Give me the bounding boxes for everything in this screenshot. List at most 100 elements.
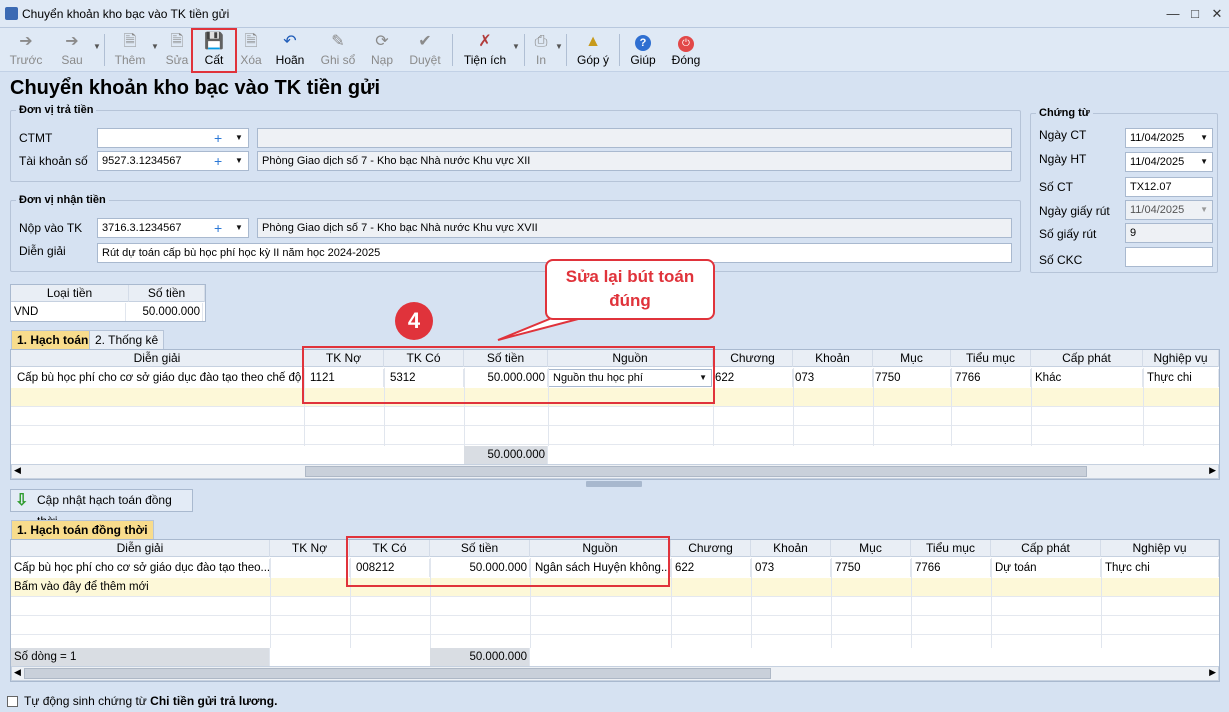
date-dropdown-icon[interactable]: ▼ <box>1200 153 1208 171</box>
date-ht-label: Ngày HT <box>1039 152 1087 166</box>
scroll-thumb[interactable] <box>305 466 1087 477</box>
cell-item[interactable]: 7750 <box>875 369 951 387</box>
currency-table: Loại tiền Số tiền VND 50.000.000 <box>10 284 206 322</box>
currency-amount-cell[interactable]: 50.000.000 <box>129 303 203 321</box>
date-ht-picker[interactable]: 11/04/2025 ▼ <box>1125 152 1213 172</box>
receiver-group-title: Đơn vị nhận tiền <box>16 194 109 206</box>
ctmt-label: CTMT <box>19 131 53 145</box>
ckc-input[interactable] <box>1125 247 1213 267</box>
add-new-hint[interactable]: Bấm vào đây để thêm mới <box>14 578 270 596</box>
scroll-right-icon[interactable]: ▶ <box>1209 667 1216 678</box>
undo-button[interactable]: ↶ Hoãn <box>272 30 308 70</box>
deposit-dropdown-icon[interactable]: ▼ <box>235 219 243 237</box>
scroll-left-icon[interactable]: ◀ <box>14 465 21 476</box>
ckc-label: Số CKC <box>1039 253 1083 267</box>
ctmt-add-icon[interactable]: + <box>214 129 222 147</box>
deposit-add-icon[interactable]: + <box>214 219 222 237</box>
feedback-icon: ▲ <box>585 33 601 50</box>
delete-document-icon: 🗎 <box>244 33 258 50</box>
close-button[interactable]: ⏻ Đóng <box>668 30 704 70</box>
deposit-account-input[interactable]: 3716.3.1234567 <box>97 218 249 238</box>
approve-button[interactable]: ✔ Duyệt <box>406 30 444 70</box>
row-count: Số dòng = 1 <box>11 648 270 666</box>
col-allocation: Cấp phát <box>1031 350 1143 367</box>
account-input[interactable]: 9527.3.1234567 <box>97 151 249 171</box>
col-description: Diễn giải <box>11 350 304 367</box>
memo-label: Diễn giải <box>19 244 66 258</box>
help-icon: ? <box>633 32 653 52</box>
tools-icon: ✗ <box>478 33 492 50</box>
feedback-button[interactable]: ▲ Góp ý <box>574 30 612 70</box>
cell-chapter[interactable]: 622 <box>715 369 793 387</box>
account-label: Tài khoản số <box>19 154 88 168</box>
col-subitem: Tiểu mục <box>911 540 991 557</box>
col-item: Mục <box>873 350 951 367</box>
cell-subitem[interactable]: 7766 <box>915 559 991 577</box>
undo-icon: ↶ <box>283 33 297 50</box>
account-dropdown-icon[interactable]: ▼ <box>235 152 243 170</box>
date-ct-picker[interactable]: 11/04/2025 ▼ <box>1125 128 1213 148</box>
tab-accounting[interactable]: 1. Hạch toán <box>11 330 95 349</box>
grid1-hscrollbar[interactable]: ◀ ▶ <box>11 464 1219 479</box>
col-subitem: Tiểu mục <box>951 350 1031 367</box>
withdraw-date-picker: 11/04/2025 ▼ <box>1125 200 1213 220</box>
title-bar: Chuyển khoản kho bạc vào TK tiền gửi — □… <box>0 0 1229 28</box>
deposit-description: Phòng Giao dịch số 7 - Kho bạc Nhà nước … <box>257 218 1012 238</box>
callout-note: Sửa lại bút toán đúng <box>545 259 715 320</box>
cell-chapter[interactable]: 622 <box>675 559 751 577</box>
splitter-handle[interactable] <box>586 481 642 487</box>
scroll-thumb[interactable] <box>24 668 771 679</box>
grid1-total: 50.000.000 <box>464 446 548 464</box>
account-add-icon[interactable]: + <box>214 152 222 170</box>
utilities-dropdown-icon[interactable]: ▼ <box>512 42 520 51</box>
ctmt-input[interactable] <box>97 128 249 148</box>
cell-operation[interactable]: Thực chi <box>1105 559 1219 577</box>
prev-button[interactable]: ➔ Trước <box>6 30 46 70</box>
next-button[interactable]: ➔ Sau <box>52 30 92 70</box>
edit-button[interactable]: 🗎 Sửa <box>162 30 192 70</box>
tab-concurrent-accounting[interactable]: 1. Hạch toán đồng thời <box>11 520 154 539</box>
col-debit: TK Nợ <box>270 540 350 557</box>
cell-description[interactable]: Cấp bù học phí cho cơ sở giáo dục đào tạ… <box>14 559 270 577</box>
grid2-total: 50.000.000 <box>430 648 530 666</box>
auto-generate-checkbox[interactable] <box>7 696 18 707</box>
load-button[interactable]: ⟳ Nạp <box>366 30 398 70</box>
ctmt-dropdown-icon[interactable]: ▼ <box>235 129 243 147</box>
grid2-hscrollbar[interactable]: ◀ ▶ <box>11 666 1219 681</box>
close-icon[interactable]: ✕ <box>1206 5 1228 23</box>
post-button[interactable]: ✎ Ghi sổ <box>318 30 358 70</box>
add-dropdown-icon[interactable]: ▼ <box>151 42 159 51</box>
cell-description[interactable]: Cấp bù học phí cho cơ sở giáo dục đào tạ… <box>17 369 304 387</box>
cell-subitem[interactable]: 7766 <box>955 369 1031 387</box>
add-button[interactable]: 🗎 Thêm <box>110 30 150 70</box>
date-dropdown-icon[interactable]: ▼ <box>1200 129 1208 147</box>
cell-debit[interactable] <box>270 559 350 577</box>
currency-type-cell[interactable]: VND <box>14 303 126 321</box>
delete-button[interactable]: 🗎 Xóa <box>236 30 266 70</box>
next-dropdown-icon[interactable]: ▼ <box>93 42 101 51</box>
update-concurrent-button[interactable]: ⇩ Cập nhật hạch toán đồng thời <box>10 489 193 528</box>
cell-allocation[interactable]: Khác <box>1035 369 1143 387</box>
new-document-icon: 🗎 <box>123 33 137 50</box>
cell-allocation[interactable]: Dự toán <box>995 559 1101 577</box>
voucher-no-input[interactable]: TX12.07 <box>1125 177 1213 197</box>
currency-type-header: Loại tiền <box>11 285 129 302</box>
deposit-label: Nộp vào TK <box>19 221 83 235</box>
print-button[interactable]: ⎙ In <box>528 30 554 70</box>
tab-statistics[interactable]: 2. Thống kê <box>89 330 165 349</box>
utilities-button[interactable]: ✗ Tiện ích <box>460 30 510 70</box>
payer-group-title: Đơn vị trả tiền <box>16 104 97 116</box>
date-dropdown-icon: ▼ <box>1200 205 1208 214</box>
cell-section[interactable]: 073 <box>755 559 831 577</box>
cell-item[interactable]: 7750 <box>835 559 911 577</box>
cell-section[interactable]: 073 <box>795 369 873 387</box>
help-button[interactable]: ? Giúp <box>626 30 660 70</box>
window-title: Chuyển khoản kho bạc vào TK tiền gửi <box>22 7 230 21</box>
print-dropdown-icon[interactable]: ▼ <box>555 42 563 51</box>
cell-operation[interactable]: Thực chi <box>1147 369 1219 387</box>
scroll-right-icon[interactable]: ▶ <box>1209 465 1216 476</box>
minimize-icon[interactable]: — <box>1162 5 1184 23</box>
voucher-no-label: Số CT <box>1039 180 1074 194</box>
scroll-left-icon[interactable]: ◀ <box>14 667 21 678</box>
maximize-icon[interactable]: □ <box>1184 5 1206 23</box>
